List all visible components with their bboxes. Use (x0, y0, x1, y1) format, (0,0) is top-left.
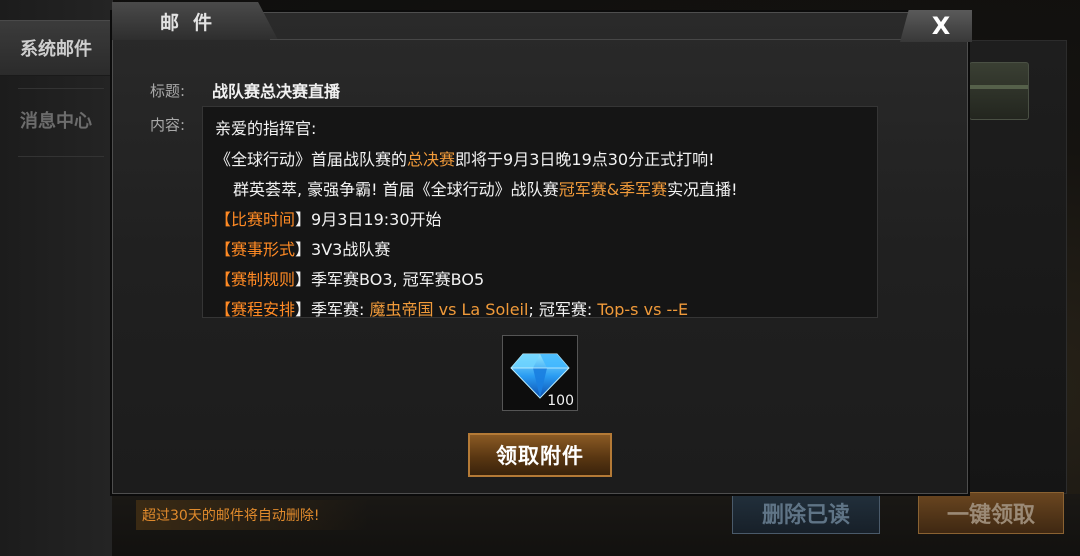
highlight-text: Top-s vs --E (597, 300, 689, 318)
text: 即将于9月3日晚19点30分正式打响! (455, 150, 715, 169)
dialog-title: 邮件 (112, 2, 278, 40)
text: 】季军赛: (295, 300, 370, 318)
close-icon: X (931, 12, 951, 40)
text: 亲爱的指挥官: (215, 119, 317, 138)
sidebar-divider (18, 88, 104, 89)
collect-all-label: 一键领取 (946, 503, 1035, 528)
section-tag: 比赛时间 (231, 210, 296, 229)
chest-icon[interactable] (969, 62, 1029, 120)
mail-content[interactable]: 亲爱的指挥官: 《全球行动》首届战队赛的总决赛即将于9月3日晚19点30分正式打… (202, 106, 878, 318)
section-tag: 赛制规则 (231, 270, 296, 289)
delete-read-button[interactable]: 删除已读 (732, 492, 880, 534)
content-line: 【比赛时间】9月3日19:30开始 (215, 206, 442, 230)
content-line: 《全球行动》首届战队赛的总决赛即将于9月3日晚19点30分正式打响! (215, 146, 715, 170)
sidebar-tab-message-center[interactable]: 消息中心 (0, 92, 112, 148)
highlight-text: 魔虫帝国 vs La Soleil (369, 300, 529, 318)
content-label: 内容: (150, 116, 186, 134)
text: 《全球行动》首届战队赛的 (215, 150, 408, 169)
text: ; 冠军赛: (528, 300, 598, 318)
close-button[interactable]: X (900, 10, 972, 42)
content-line: 亲爱的指挥官: (215, 115, 316, 139)
title-divider (270, 39, 968, 40)
bracket: 【 (215, 210, 232, 229)
delete-read-label: 删除已读 (761, 503, 850, 528)
mail-subject: 战队赛总决赛直播 (212, 82, 341, 101)
auto-delete-text: 超过30天的邮件将自动删除! (142, 508, 320, 524)
highlight-text: 冠军赛&季军赛 (558, 180, 668, 199)
collect-all-button[interactable]: 一键领取 (918, 492, 1064, 534)
content-line: 【赛制规则】季军赛BO3, 冠军赛BO5 (215, 266, 484, 290)
sidebar-tab-label: 消息中心 (20, 111, 92, 132)
attachment-count: 100 (547, 393, 574, 409)
subject-label: 标题: (150, 82, 186, 100)
mail-sidebar (0, 0, 113, 556)
content-line: 【赛程安排】季军赛: 魔虫帝国 vs La Soleil; 冠军赛: Top-s… (215, 296, 689, 318)
highlight-text: 总决赛 (407, 150, 456, 169)
bracket: 【 (215, 240, 232, 259)
section-tag: 赛程安排 (231, 300, 296, 318)
text: 实况直播! (667, 180, 738, 199)
content-line: 【赛事形式】3V3战队赛 (215, 236, 390, 260)
sidebar-tab-system-mail[interactable]: 系统邮件 (0, 20, 112, 76)
text: 】季军赛BO3, 冠军赛BO5 (295, 270, 485, 289)
bracket: 【 (215, 300, 232, 318)
sidebar-tab-label: 系统邮件 (20, 39, 92, 60)
dialog-title-text: 邮件 (160, 11, 227, 34)
sidebar-divider (18, 156, 104, 157)
auto-delete-notice: 超过30天的邮件将自动删除! (136, 500, 368, 530)
text: 】9月3日19:30开始 (295, 210, 442, 229)
content-line: 群英荟萃, 豪强争霸! 首届《全球行动》战队赛冠军赛&季军赛实况直播! (233, 176, 738, 200)
attachment-slot[interactable]: 100 (502, 335, 578, 411)
section-tag: 赛事形式 (231, 240, 296, 259)
text: 群英荟萃, 豪强争霸! 首届《全球行动》战队赛 (233, 180, 559, 199)
bracket: 【 (215, 270, 232, 289)
claim-attachment-label: 领取附件 (496, 444, 584, 468)
claim-attachment-button[interactable]: 领取附件 (468, 433, 612, 477)
text: 】3V3战队赛 (295, 240, 391, 259)
